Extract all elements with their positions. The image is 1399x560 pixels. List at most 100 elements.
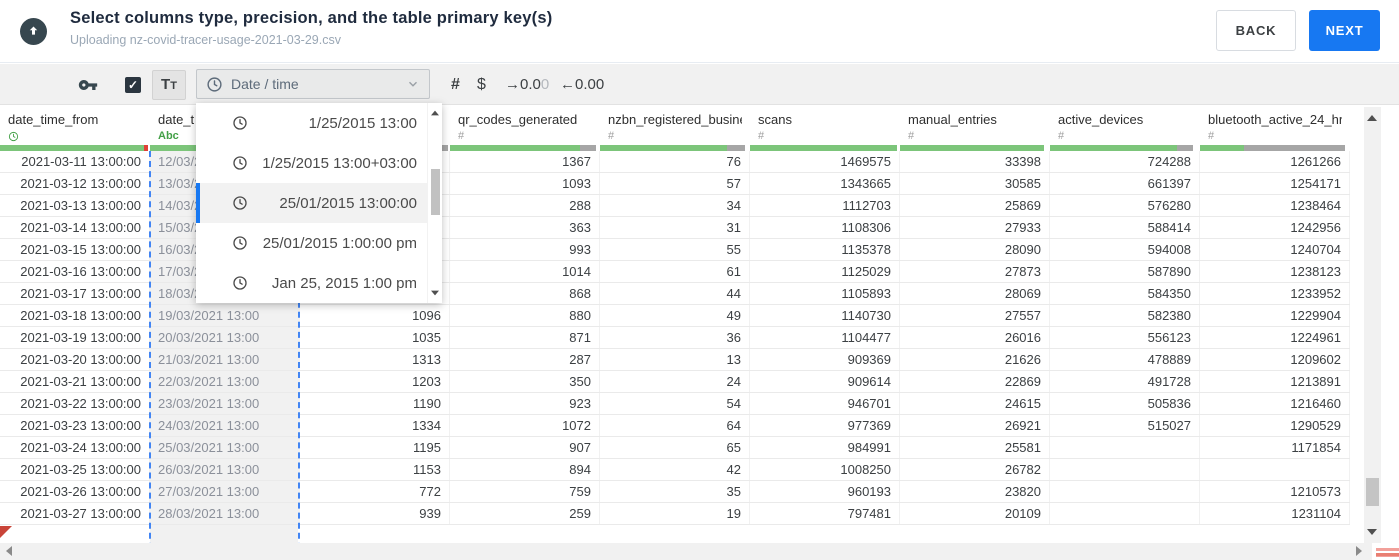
clock-type-icon bbox=[8, 131, 19, 141]
dropdown-option[interactable]: 1/25/2015 13:00+03:00 bbox=[196, 143, 427, 183]
cell: 1195 bbox=[300, 437, 450, 458]
cell: 1313 bbox=[300, 349, 450, 370]
cell: 772 bbox=[300, 481, 450, 502]
cell: 24/03/2021 13:00 bbox=[150, 415, 300, 436]
cell: 1240704 bbox=[1200, 239, 1350, 260]
cell: 1233952 bbox=[1200, 283, 1350, 304]
cell bbox=[1050, 437, 1200, 458]
back-button[interactable]: BACK bbox=[1216, 10, 1296, 51]
dropdown-scrollbar[interactable] bbox=[427, 103, 442, 303]
precision-decrease-button[interactable]: ←0.00 bbox=[560, 64, 604, 105]
dropdown-scroll-down-icon[interactable] bbox=[431, 290, 439, 296]
cell: 1209602 bbox=[1200, 349, 1350, 370]
next-button[interactable]: NEXT bbox=[1309, 10, 1380, 51]
cell: 2021-03-11 13:00:00 bbox=[0, 151, 150, 172]
scroll-right-icon[interactable] bbox=[1356, 546, 1362, 556]
cell: 871 bbox=[450, 327, 600, 348]
dropdown-option[interactable]: 25/01/2015 13:00:00 bbox=[196, 183, 427, 223]
clock-icon bbox=[232, 275, 248, 291]
cell: 1035 bbox=[300, 327, 450, 348]
column-header[interactable]: scans # bbox=[750, 105, 900, 145]
cell: 1171854 bbox=[1200, 437, 1350, 458]
cell: 576280 bbox=[1050, 195, 1200, 216]
cell: 1229904 bbox=[1200, 305, 1350, 326]
text-type-button[interactable]: TT bbox=[152, 64, 186, 105]
cell: 946701 bbox=[750, 393, 900, 414]
table-row: 2021-03-25 13:00:00 26/03/2021 13:00 1153 8… bbox=[0, 459, 1350, 481]
table-row: 2021-03-24 13:00:00 25/03/2021 13:00 1195 9… bbox=[0, 437, 1350, 459]
cell: 1104477 bbox=[750, 327, 900, 348]
cell: 2021-03-21 13:00:00 bbox=[0, 371, 150, 392]
column-type-label: # bbox=[608, 130, 615, 142]
cell: 1072 bbox=[450, 415, 600, 436]
cell: 42 bbox=[600, 459, 750, 480]
cell: 1213891 bbox=[1200, 371, 1350, 392]
resize-grip[interactable] bbox=[1376, 548, 1399, 557]
cell: 19/03/2021 13:00 bbox=[150, 305, 300, 326]
upload-wizard-window: Select columns type, precision, and the … bbox=[0, 0, 1399, 560]
table-row: 2021-03-19 13:00:00 20/03/2021 13:00 1035 8… bbox=[0, 327, 1350, 349]
integer-type-button[interactable]: # bbox=[451, 64, 460, 105]
dropdown-option-label: 25/01/2015 1:00:00 pm bbox=[262, 234, 417, 252]
dropdown-scroll-thumb[interactable] bbox=[431, 169, 440, 215]
cell: 26782 bbox=[900, 459, 1050, 480]
cell: 350 bbox=[450, 371, 600, 392]
vertical-scroll-thumb[interactable] bbox=[1366, 478, 1379, 506]
selected-column-border-left bbox=[149, 151, 151, 560]
clock-icon bbox=[232, 115, 248, 131]
cell: 28069 bbox=[900, 283, 1050, 304]
cell: 2021-03-17 13:00:00 bbox=[0, 283, 150, 304]
column-header[interactable]: date_time_from bbox=[0, 105, 150, 145]
cell: 25869 bbox=[900, 195, 1050, 216]
table-row: 2021-03-26 13:00:00 27/03/2021 13:00 772 75… bbox=[0, 481, 1350, 503]
cell: 1190 bbox=[300, 393, 450, 414]
cell: 65 bbox=[600, 437, 750, 458]
dropdown-option-label: 25/01/2015 13:00:00 bbox=[279, 194, 417, 212]
dropdown-option[interactable]: 25/01/2015 1:00:00 pm bbox=[196, 223, 427, 263]
column-header[interactable]: qr_codes_generated # bbox=[450, 105, 600, 145]
dropdown-option[interactable]: 1/25/2015 13:00 bbox=[196, 103, 427, 143]
column-header[interactable]: active_devices # bbox=[1050, 105, 1200, 145]
cell: 1216460 bbox=[1200, 393, 1350, 414]
primary-key-icon[interactable] bbox=[78, 64, 98, 105]
cell: 1367 bbox=[450, 151, 600, 172]
selected-column-tail bbox=[150, 525, 298, 543]
cell: 1108306 bbox=[750, 217, 900, 238]
cell: 2021-03-19 13:00:00 bbox=[0, 327, 150, 348]
scroll-up-icon[interactable] bbox=[1367, 115, 1377, 121]
cell: 30585 bbox=[900, 173, 1050, 194]
scroll-left-icon[interactable] bbox=[6, 546, 12, 556]
table-row: 2021-03-27 13:00:00 28/03/2021 13:00 939 25… bbox=[0, 503, 1350, 525]
precision-increase-label: →0.0 bbox=[505, 76, 541, 93]
cell: 2021-03-24 13:00:00 bbox=[0, 437, 150, 458]
chevron-down-icon bbox=[406, 77, 420, 91]
column-header[interactable]: nzbn_registered_busine # bbox=[600, 105, 750, 145]
cell: 34 bbox=[600, 195, 750, 216]
datetime-format-select[interactable]: Date / time bbox=[196, 69, 430, 99]
cell: 478889 bbox=[1050, 349, 1200, 370]
cell: 25/03/2021 13:00 bbox=[150, 437, 300, 458]
column-name: nzbn_registered_busine bbox=[608, 112, 742, 127]
cell: 977369 bbox=[750, 415, 900, 436]
cell: 1238123 bbox=[1200, 261, 1350, 282]
cell: 1469575 bbox=[750, 151, 900, 172]
cell: 26921 bbox=[900, 415, 1050, 436]
dropdown-scroll-up-icon[interactable] bbox=[431, 110, 439, 116]
vertical-scrollbar[interactable] bbox=[1364, 107, 1381, 543]
dropdown-option[interactable]: Jan 25, 2015 1:00 pm bbox=[196, 263, 427, 303]
cell: 2021-03-25 13:00:00 bbox=[0, 459, 150, 480]
cell: 44 bbox=[600, 283, 750, 304]
scroll-down-icon[interactable] bbox=[1367, 529, 1377, 535]
column-name: active_devices bbox=[1058, 112, 1144, 127]
column-header[interactable]: bluetooth_active_24_hr_ # bbox=[1200, 105, 1350, 145]
currency-type-button[interactable]: $ bbox=[477, 64, 486, 105]
table-row: 2021-03-23 13:00:00 24/03/2021 13:00 1334 1… bbox=[0, 415, 1350, 437]
cell: 2021-03-26 13:00:00 bbox=[0, 481, 150, 502]
boolean-type-checkbox[interactable]: ✓ bbox=[125, 64, 141, 105]
column-header[interactable]: manual_entries # bbox=[900, 105, 1050, 145]
horizontal-scrollbar[interactable] bbox=[0, 543, 1372, 560]
column-type-label: # bbox=[908, 130, 915, 142]
precision-increase-button[interactable]: →0.0 0 bbox=[505, 64, 549, 105]
cell: 27873 bbox=[900, 261, 1050, 282]
cell: 21626 bbox=[900, 349, 1050, 370]
